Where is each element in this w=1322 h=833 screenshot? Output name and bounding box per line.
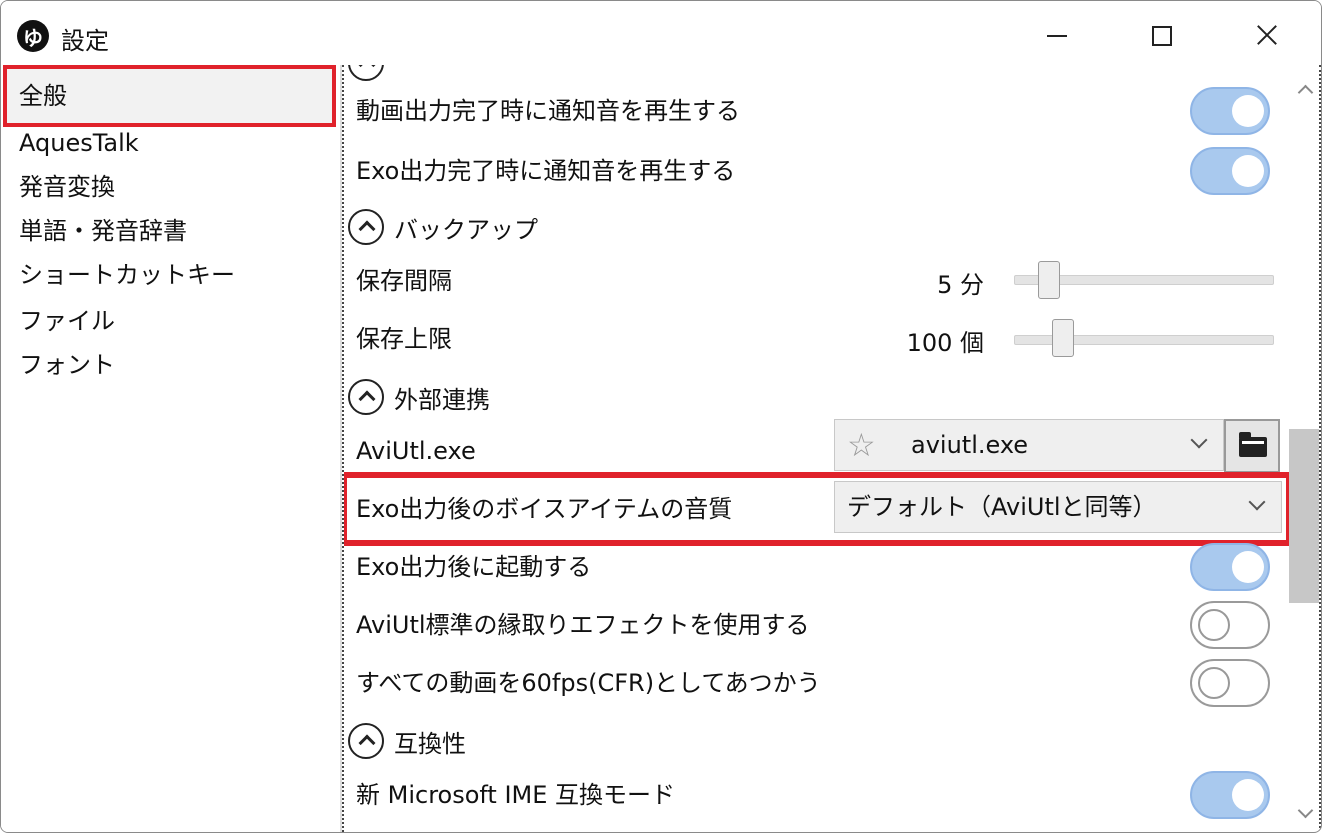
collapse-icon	[348, 209, 384, 245]
window-title: 設定	[61, 27, 109, 55]
sidebar-item-general[interactable]: 全般	[3, 65, 336, 127]
sidebar-item-font[interactable]: フォント	[19, 345, 115, 385]
title-bar: ゆ 設定	[1, 1, 1321, 65]
fps60-toggle[interactable]	[1190, 659, 1270, 707]
external-section-header[interactable]: 外部連携	[348, 377, 490, 417]
save-interval-value: 5 分	[937, 271, 984, 299]
fps60-label: すべての動画を60fps(CFR)としてあつかう	[356, 669, 821, 697]
sidebar-item-aquestalk[interactable]: AquesTalk	[19, 123, 139, 163]
scroll-down-button[interactable]	[1298, 805, 1312, 819]
aviutl-exe-value: aviutl.exe	[911, 431, 1029, 459]
scroll-up-button[interactable]	[1298, 81, 1312, 95]
backup-section-title: バックアップ	[394, 215, 538, 244]
voice-quality-value: デフォルト（AviUtlと同等）	[847, 493, 1157, 521]
save-limit-slider-thumb[interactable]	[1052, 319, 1074, 357]
sidebar-item-shortcuts[interactable]: ショートカットキー	[19, 255, 235, 295]
aviutl-exe-select[interactable]: ☆ aviutl.exe	[834, 419, 1224, 471]
notify-exo-label: Exo出力完了時に通知音を再生する	[356, 157, 736, 185]
browse-folder-button[interactable]	[1224, 419, 1280, 473]
save-limit-label: 保存上限	[356, 325, 452, 353]
external-section-title: 外部連携	[394, 385, 490, 414]
settings-content: 動画出力完了時に通知音を再生する Exo出力完了時に通知音を再生する バックアッ…	[342, 65, 1321, 832]
scrollbar-thumb[interactable]	[1289, 429, 1319, 603]
notify-exo-toggle[interactable]	[1190, 147, 1270, 195]
collapse-icon	[348, 65, 384, 81]
voice-quality-label: Exo出力後のボイスアイテムの音質	[356, 495, 733, 523]
sidebar-item-pronunciation[interactable]: 発音変換	[19, 167, 115, 207]
chevron-down-icon	[1248, 493, 1266, 511]
aviutl-border-toggle[interactable]	[1190, 601, 1270, 649]
minimize-button[interactable]	[1035, 15, 1079, 55]
collapse-icon	[348, 723, 384, 759]
launch-after-label: Exo出力後に起動する	[356, 553, 592, 581]
ime-mode-toggle[interactable]	[1190, 771, 1270, 819]
compat-section-title: 互換性	[394, 729, 466, 758]
maximize-button[interactable]	[1139, 15, 1183, 55]
collapse-icon	[348, 379, 384, 415]
folder-icon	[1239, 432, 1267, 457]
aviutl-border-label: AviUtl標準の縁取りエフェクトを使用する	[356, 611, 810, 639]
ime-mode-label: 新 Microsoft IME 互換モード	[356, 781, 676, 809]
aviutl-exe-label: AviUtl.exe	[356, 437, 476, 465]
save-limit-value: 100 個	[906, 329, 984, 357]
sidebar-item-dictionary[interactable]: 単語・発音辞書	[19, 211, 187, 251]
notify-video-label: 動画出力完了時に通知音を再生する	[356, 97, 740, 125]
sidebar: 全般 AquesTalk 発音変換 単語・発音辞書 ショートカットキー ファイル…	[1, 65, 340, 832]
sidebar-item-file[interactable]: ファイル	[19, 301, 115, 341]
section-header-partial[interactable]	[348, 65, 384, 83]
star-icon[interactable]: ☆	[847, 420, 876, 470]
launch-after-toggle[interactable]	[1190, 543, 1270, 591]
close-button[interactable]	[1245, 15, 1289, 55]
save-interval-slider-thumb[interactable]	[1038, 261, 1060, 299]
voice-quality-select[interactable]: デフォルト（AviUtlと同等）	[834, 481, 1282, 533]
notify-video-toggle[interactable]	[1190, 87, 1270, 135]
app-logo-icon: ゆ	[17, 20, 49, 52]
backup-section-header[interactable]: バックアップ	[348, 207, 538, 247]
save-interval-label: 保存間隔	[356, 267, 452, 295]
chevron-down-icon	[1190, 431, 1208, 449]
compat-section-header[interactable]: 互換性	[348, 721, 466, 761]
settings-window: ゆ 設定 全般 AquesTalk 発音変換 単語・発音辞書 ショートカットキー…	[0, 0, 1322, 833]
